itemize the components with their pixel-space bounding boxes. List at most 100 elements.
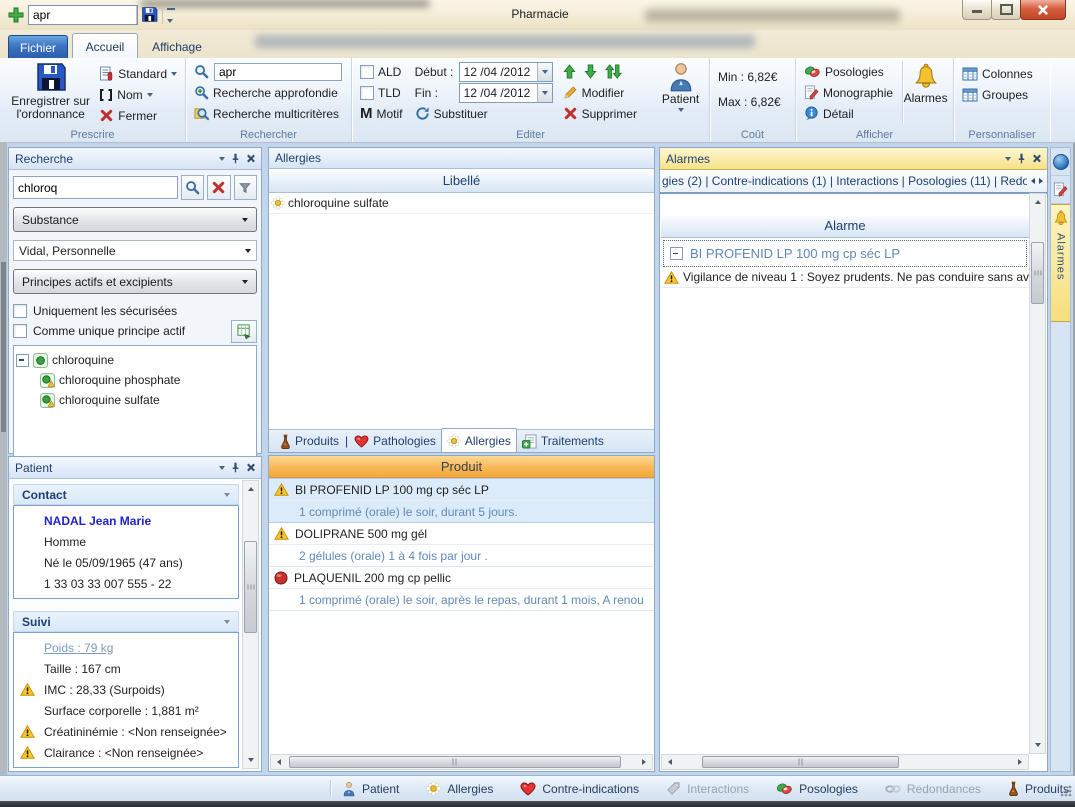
save-prescription-button[interactable]: Enregistrer sur l'ordonnance	[5, 61, 96, 121]
principes-dropdown[interactable]: Principes actifs et excipients	[13, 269, 257, 294]
recherche-multicriteres-button[interactable]: Recherche multicritères	[191, 103, 346, 124]
tab-produits[interactable]: Produits	[275, 430, 344, 452]
fermer-button[interactable]: Fermer	[96, 105, 180, 126]
product-row[interactable]: BI PROFENID LP 100 mg cp séc LP	[269, 478, 654, 501]
alarm-group-row[interactable]: BI PROFENID LP 100 mg cp séc LP	[663, 240, 1027, 267]
tab-allergies[interactable]: Allergies	[441, 428, 517, 452]
scroll-right-button[interactable]	[1012, 755, 1028, 769]
quick-search-input[interactable]	[28, 5, 138, 25]
panel-menu-icon[interactable]	[219, 466, 225, 470]
modifier-button[interactable]: Modifier	[560, 82, 658, 103]
alarmes-panel-header[interactable]: Alarmes	[660, 148, 1047, 170]
nom-button[interactable]: Nom	[96, 84, 180, 105]
search-clear-button[interactable]	[207, 175, 230, 200]
product-posology[interactable]: 1 comprimé (orale) le soir, durant 5 jou…	[269, 501, 654, 523]
tld-checkbox[interactable]: TLD	[357, 82, 412, 103]
quick-access-dropdown-icon[interactable]	[167, 8, 175, 26]
allergy-row[interactable]: chloroquine sulfate	[269, 193, 654, 214]
posologies-button[interactable]: Posologies	[801, 61, 902, 82]
sort-button[interactable]	[605, 64, 622, 79]
scroll-thumb[interactable]	[1031, 242, 1044, 304]
scroll-up-button[interactable]	[1030, 194, 1045, 210]
pin-icon[interactable]	[1016, 153, 1027, 164]
product-row[interactable]: PLAQUENIL 200 mg cp pellic	[269, 567, 654, 589]
tabs-scroll-left-icon[interactable]	[1031, 178, 1035, 184]
ribbon-search-input[interactable]	[214, 63, 342, 81]
dropdown-icon[interactable]	[537, 63, 552, 81]
alarmes-hscrollbar[interactable]	[661, 754, 1029, 770]
pin-icon[interactable]	[230, 462, 241, 473]
close-icon[interactable]	[246, 154, 255, 163]
minimize-button[interactable]	[962, 0, 992, 20]
save-icon[interactable]	[141, 6, 158, 23]
securisees-checkbox[interactable]: Uniquement les sécurisées	[13, 301, 257, 321]
titlebar[interactable]: Pharmacie	[0, 0, 1075, 30]
recherche-approfondie-button[interactable]: Recherche approfondie	[191, 82, 346, 103]
scroll-down-button[interactable]	[1030, 737, 1045, 753]
scroll-thumb[interactable]	[702, 756, 899, 768]
source-dropdown[interactable]: Vidal, Personnelle	[13, 240, 257, 261]
close-button[interactable]	[1020, 0, 1066, 20]
scroll-right-button[interactable]	[636, 755, 652, 769]
tab-traitements[interactable]: Traitements	[517, 430, 609, 452]
alarme-column-header[interactable]: Alarme	[661, 214, 1029, 238]
dock-monographie-button[interactable]	[1051, 176, 1070, 204]
supprimer-button[interactable]: Supprimer	[560, 103, 658, 124]
dropdown-icon[interactable]	[537, 84, 552, 102]
recherche-panel-header[interactable]: Recherche	[9, 148, 261, 170]
tabs-scroll-right-icon[interactable]	[1039, 178, 1043, 184]
produit-hscrollbar[interactable]	[270, 754, 653, 770]
panel-menu-icon[interactable]	[219, 157, 225, 161]
new-prescription-icon[interactable]	[8, 7, 24, 23]
colonnes-button[interactable]: Colonnes	[959, 63, 1045, 84]
scroll-thumb[interactable]	[289, 756, 621, 768]
patient-weight-link[interactable]: Poids : 79 kg	[14, 637, 238, 658]
scroll-down-button[interactable]	[243, 752, 258, 768]
tab-fichier[interactable]: Fichier	[8, 35, 68, 59]
resize-grip[interactable]	[1060, 785, 1072, 797]
substituer-button[interactable]: Substituer	[412, 103, 556, 124]
status-patient[interactable]: Patient	[342, 781, 399, 797]
tree-node-root[interactable]: chloroquine	[16, 350, 254, 370]
tab-accueil[interactable]: Accueil	[72, 33, 138, 59]
scroll-left-button[interactable]	[662, 755, 678, 769]
search-go-button[interactable]	[181, 175, 204, 200]
alarm-row[interactable]: Vigilance de niveau 1 : Soyez prudents. …	[661, 267, 1029, 288]
scroll-thumb[interactable]	[244, 541, 257, 633]
patient-button[interactable]: Patient	[657, 61, 704, 112]
maximize-button[interactable]	[991, 0, 1021, 20]
unique-principe-checkbox[interactable]: Comme unique principe actif	[13, 321, 257, 341]
debut-date-picker[interactable]: 12 /04 /2012	[459, 62, 553, 82]
left-dock-strip[interactable]	[0, 142, 7, 775]
export-grid-button[interactable]	[231, 320, 257, 343]
panel-menu-icon[interactable]	[1005, 157, 1011, 161]
alarmes-vscrollbar[interactable]	[1029, 193, 1046, 754]
contact-section-header[interactable]: Contact	[13, 484, 239, 505]
tree-node-child[interactable]: chloroquine phosphate	[16, 370, 254, 390]
patient-panel-header[interactable]: Patient	[9, 457, 261, 479]
motif-button[interactable]: MMotif	[357, 103, 412, 124]
standard-button[interactable]: Standard	[96, 63, 180, 84]
search-filter-button[interactable]	[234, 175, 257, 200]
dock-detail-button[interactable]	[1051, 148, 1070, 176]
detail-button[interactable]: Détail	[801, 103, 902, 124]
fin-date-picker[interactable]: 12 /04 /2012	[459, 83, 553, 103]
patient-scrollbar[interactable]	[242, 480, 259, 769]
move-up-button[interactable]	[563, 64, 576, 79]
pin-icon[interactable]	[230, 153, 241, 164]
product-posology[interactable]: 1 comprimé (orale) le soir, après le rep…	[269, 589, 654, 611]
tab-pathologies[interactable]: Pathologies	[349, 430, 441, 452]
dock-alarmes-tab[interactable]: Alarmes	[1051, 204, 1070, 322]
collapse-icon[interactable]	[670, 247, 683, 260]
product-row[interactable]: DOLIPRANE 500 mg gél	[269, 523, 654, 545]
collapse-icon[interactable]	[16, 354, 29, 367]
suivi-section-header[interactable]: Suivi	[13, 611, 239, 632]
allergies-panel-header[interactable]: Allergies	[269, 148, 654, 169]
move-down-button[interactable]	[584, 64, 597, 79]
libelle-column-header[interactable]: Libellé	[269, 169, 654, 193]
groupes-button[interactable]: Groupes	[959, 84, 1045, 105]
tree-node-child[interactable]: chloroquine sulfate	[16, 390, 254, 410]
close-icon[interactable]	[1032, 154, 1041, 163]
status-contre-indications[interactable]: Contre-indications	[520, 782, 639, 796]
alarm-category-tabs[interactable]: gies (2) | Contre-indications (1) | Inte…	[660, 170, 1047, 194]
